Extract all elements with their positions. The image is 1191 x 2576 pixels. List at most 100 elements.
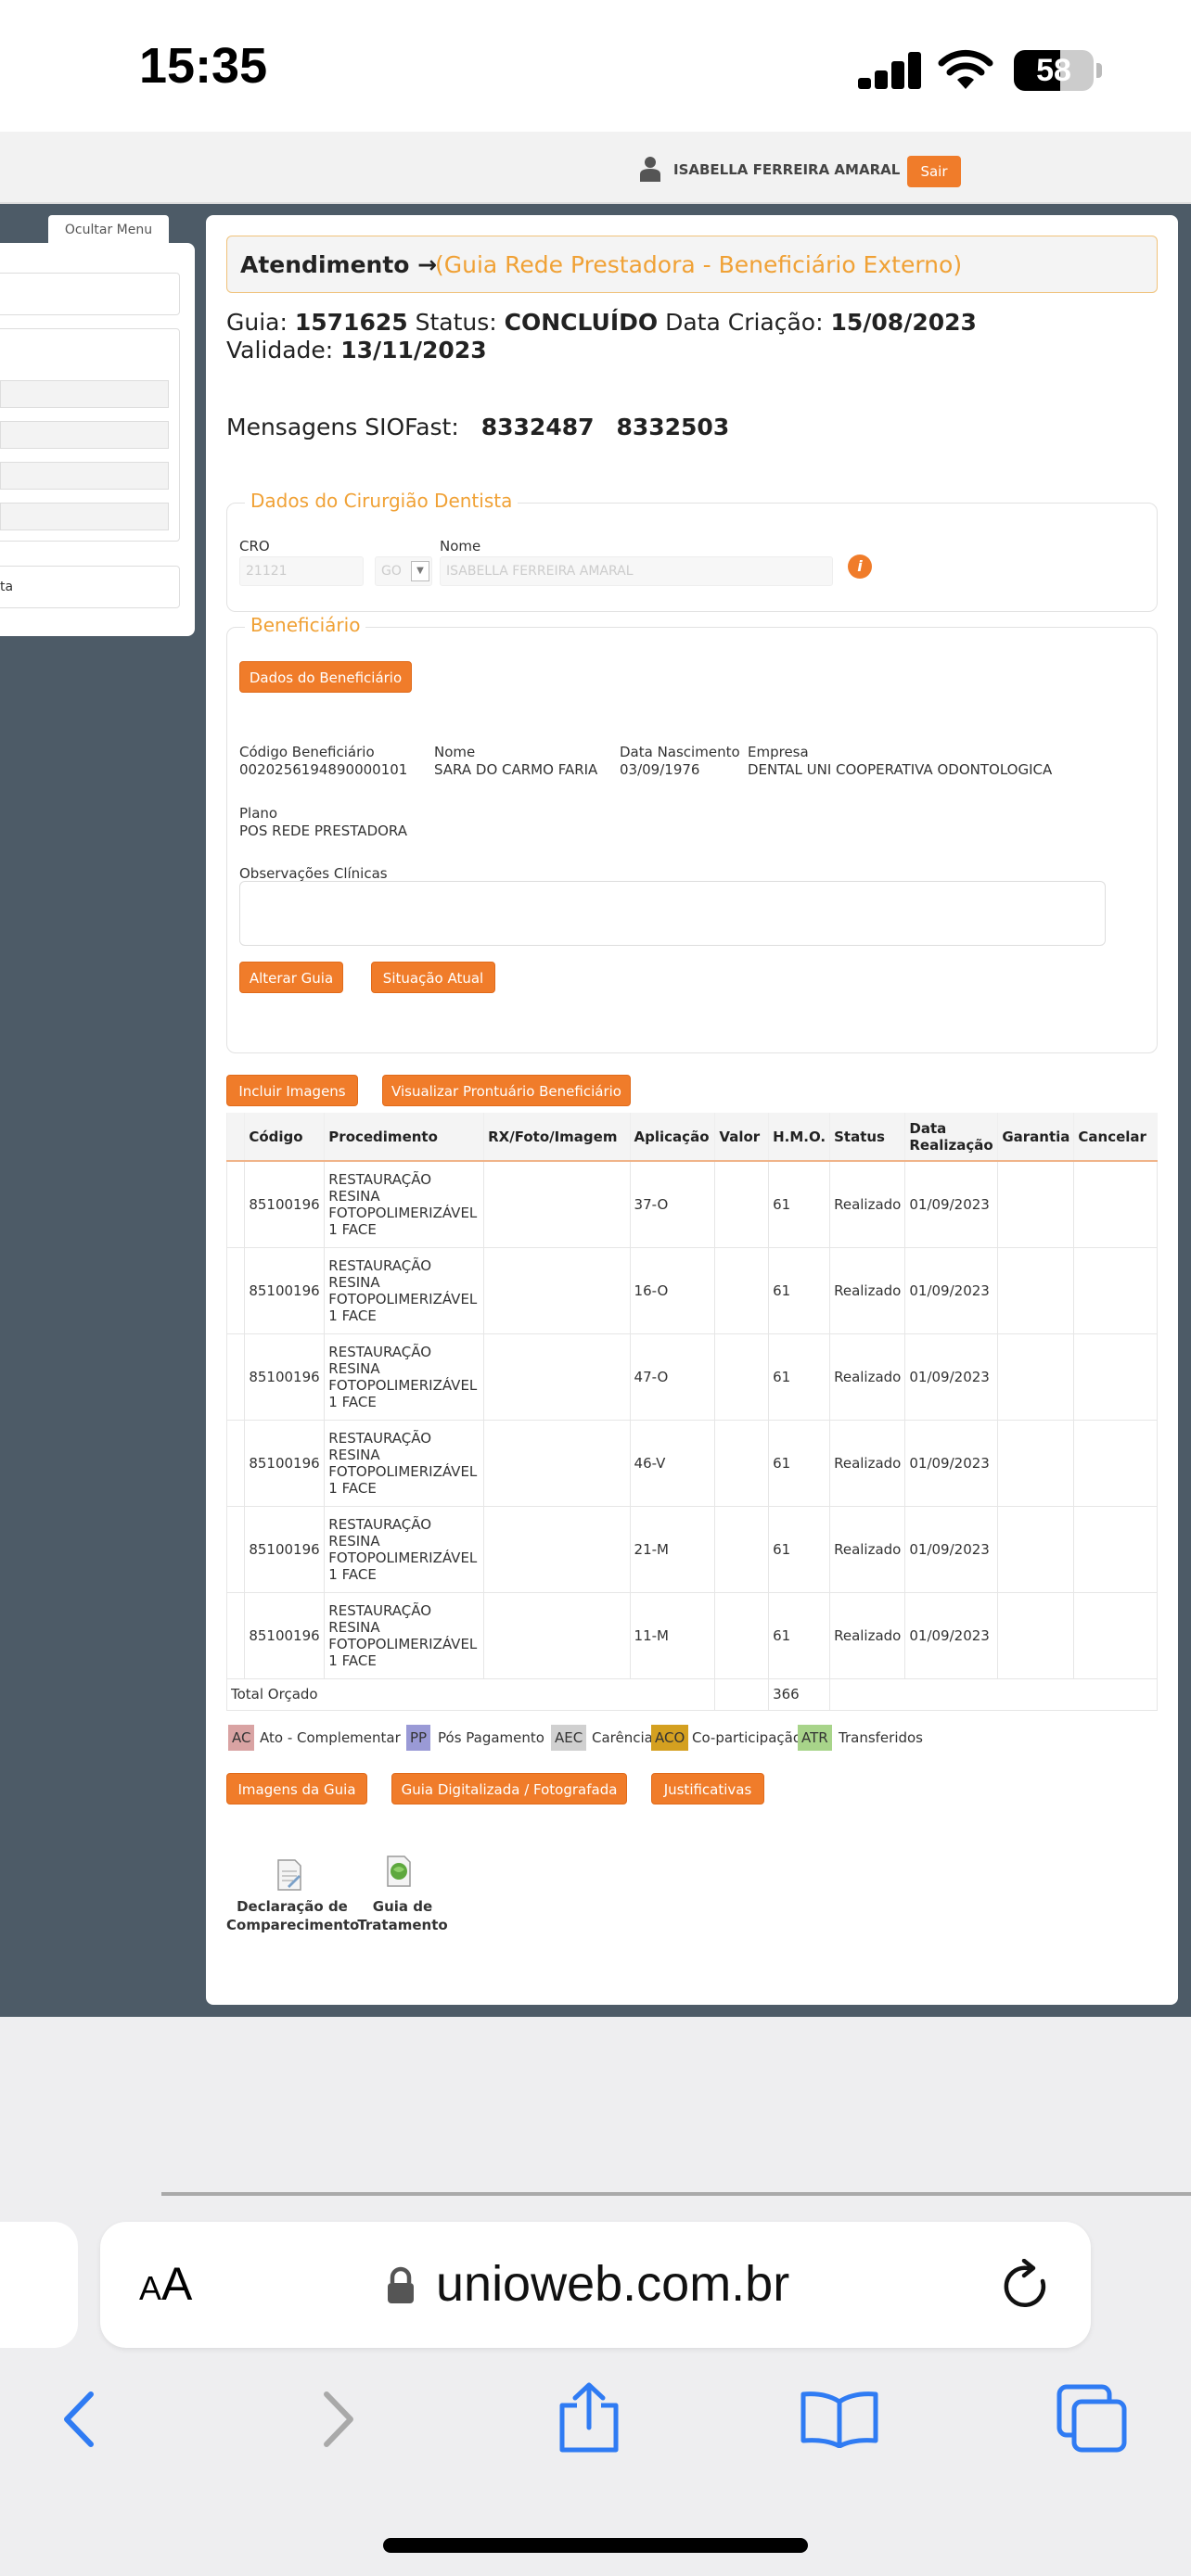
clock: 15:35: [139, 38, 268, 94]
guia-images-button[interactable]: Imagens da Guia: [226, 1773, 367, 1804]
sidebar-field[interactable]: [0, 421, 169, 449]
procedure-cancel[interactable]: [1073, 1246, 1158, 1334]
cro-input[interactable]: 21121: [239, 556, 364, 586]
column-header: Garantia: [997, 1113, 1074, 1162]
procedure-code: 85100196: [244, 1333, 326, 1421]
procedure-warranty: [997, 1419, 1075, 1507]
procedure-status: Realizado: [829, 1160, 906, 1248]
url-text[interactable]: unioweb.com.br: [436, 2255, 789, 2313]
tabs-icon[interactable]: [1056, 2383, 1128, 2454]
hide-menu-button[interactable]: Ocultar Menu: [48, 215, 169, 245]
back-icon[interactable]: [59, 2391, 96, 2448]
total-filler: [829, 1677, 1158, 1711]
procedure-application: 47-O: [629, 1333, 716, 1421]
reload-icon[interactable]: [1002, 2259, 1054, 2313]
beneficiary-name-value: SARA DO CARMO FARIA: [434, 761, 598, 778]
info-icon[interactable]: i: [848, 555, 872, 579]
procedure-cancel[interactable]: [1073, 1333, 1158, 1421]
beneficiary-legend: Beneficiário: [245, 614, 366, 636]
legend-badge: ACO: [651, 1725, 689, 1751]
uf-value: GO: [381, 564, 402, 579]
procedure-name: RESTAURAÇÃO RESINA FOTOPOLIMERIZÁVEL 1 F…: [324, 1246, 485, 1334]
column-header: Valor: [714, 1113, 769, 1162]
row-spacer: [225, 1505, 246, 1593]
beneficiary-code-value: 0020256194890000101: [239, 761, 408, 778]
sidebar-item[interactable]: [0, 566, 180, 608]
clinical-notes-field[interactable]: [239, 881, 1106, 946]
current-situation-button[interactable]: Situação Atual: [371, 962, 495, 993]
logout-button[interactable]: Sair: [907, 156, 961, 187]
procedure-date: 01/09/2023: [904, 1246, 999, 1334]
table-row: 85100196 RESTAURAÇÃO RESINA FOTOPOLIMERIZ…: [225, 1505, 1158, 1593]
guia-label: Guia:: [226, 309, 288, 336]
justifications-button[interactable]: Justificativas: [651, 1773, 764, 1804]
procedure-rx: [483, 1160, 631, 1248]
procedure-cancel[interactable]: [1073, 1505, 1158, 1593]
procedure-date: 01/09/2023: [904, 1591, 999, 1679]
forward-icon[interactable]: [321, 2391, 358, 2448]
column-header: Aplicação: [629, 1113, 715, 1162]
column-header-spacer: [225, 1113, 245, 1162]
column-header: Status: [829, 1113, 905, 1162]
sidebar-field[interactable]: [0, 503, 169, 530]
company-label: Empresa: [748, 744, 809, 760]
table-row: 85100196 RESTAURAÇÃO RESINA FOTOPOLIMERIZ…: [225, 1419, 1158, 1507]
share-icon[interactable]: [557, 2381, 621, 2454]
digitized-guia-button[interactable]: Guia Digitalizada / Fotografada: [391, 1773, 627, 1804]
treatment-guide-link[interactable]: Guia de Tratamento: [356, 1897, 449, 1934]
previous-tab-preview[interactable]: [0, 2222, 78, 2348]
uf-select[interactable]: GO ▼: [375, 556, 432, 586]
treatment-label-line2: Tratamento: [357, 1917, 448, 1933]
lock-icon: [388, 2266, 414, 2303]
total-row: Total Orçado 366: [225, 1677, 1158, 1711]
column-header: Cancelar: [1073, 1113, 1158, 1162]
alter-guia-button[interactable]: Alterar Guia: [239, 962, 343, 993]
include-images-button[interactable]: Incluir Imagens: [226, 1075, 358, 1106]
procedure-name: RESTAURAÇÃO RESINA FOTOPOLIMERIZÁVEL 1 F…: [324, 1505, 485, 1593]
bookmarks-icon[interactable]: [800, 2391, 879, 2448]
procedure-warranty: [997, 1246, 1075, 1334]
procedure-cancel[interactable]: [1073, 1160, 1158, 1248]
procedure-status: Realizado: [829, 1591, 906, 1679]
reader-options-button[interactable]: AA: [139, 2257, 192, 2311]
beneficiary-data-button[interactable]: Dados do Beneficiário: [239, 661, 412, 693]
procedure-name: RESTAURAÇÃO RESINA FOTOPOLIMERIZÁVEL 1 F…: [324, 1419, 485, 1507]
procedure-cancel[interactable]: [1073, 1419, 1158, 1507]
company-value: DENTAL UNI COOPERATIVA ODONTOLOGICA: [748, 761, 1053, 778]
legend-label: Pós Pagamento: [438, 1729, 544, 1746]
row-spacer: [225, 1333, 246, 1421]
treatment-guide-icon[interactable]: [384, 1855, 414, 1888]
web-header: [0, 132, 1191, 204]
attendance-document-icon[interactable]: [275, 1858, 304, 1892]
procedure-cancel[interactable]: [1073, 1591, 1158, 1679]
message-code[interactable]: 8332503: [616, 414, 729, 440]
legend-badge: PP: [406, 1725, 431, 1751]
attendance-label-line2: Comparecimento: [226, 1917, 360, 1933]
procedure-application: 37-O: [629, 1160, 716, 1248]
cro-label: CRO: [239, 538, 270, 555]
procedure-status: Realizado: [829, 1419, 906, 1507]
wifi-icon: [938, 49, 993, 89]
status-value: CONCLUÍDO: [504, 309, 659, 336]
dentist-name-input[interactable]: ISABELLA FERREIRA AMARAL: [440, 556, 833, 586]
procedure-value: [714, 1419, 770, 1507]
legend-badge: AC: [228, 1725, 255, 1751]
procedure-hmo: 61: [768, 1591, 831, 1679]
sidebar-field[interactable]: [0, 380, 169, 408]
sidebar-field[interactable]: [0, 462, 169, 490]
procedure-name: RESTAURAÇÃO RESINA FOTOPOLIMERIZÁVEL 1 F…: [324, 1160, 485, 1248]
guia-info-line: Guia: 1571625 Status: CONCLUÍDO Data Cri…: [226, 309, 977, 336]
procedure-hmo: 61: [768, 1246, 831, 1334]
browser-divider: [161, 2192, 1191, 2196]
procedure-value: [714, 1246, 770, 1334]
message-code[interactable]: 8332487: [481, 414, 595, 440]
table-header-row: Código Procedimento RX/Foto/Imagem Aplic…: [225, 1113, 1158, 1162]
view-record-button[interactable]: Visualizar Prontuário Beneficiário: [382, 1075, 631, 1106]
procedure-warranty: [997, 1333, 1075, 1421]
procedure-name: RESTAURAÇÃO RESINA FOTOPOLIMERIZÁVEL 1 F…: [324, 1591, 485, 1679]
battery-percent: 58: [1036, 53, 1071, 88]
attendance-declaration-link[interactable]: Declaração de Comparecimento: [226, 1897, 360, 1934]
row-spacer: [225, 1419, 246, 1507]
sidebar-search-box[interactable]: [0, 273, 180, 315]
birth-date-value: 03/09/1976: [620, 761, 700, 778]
